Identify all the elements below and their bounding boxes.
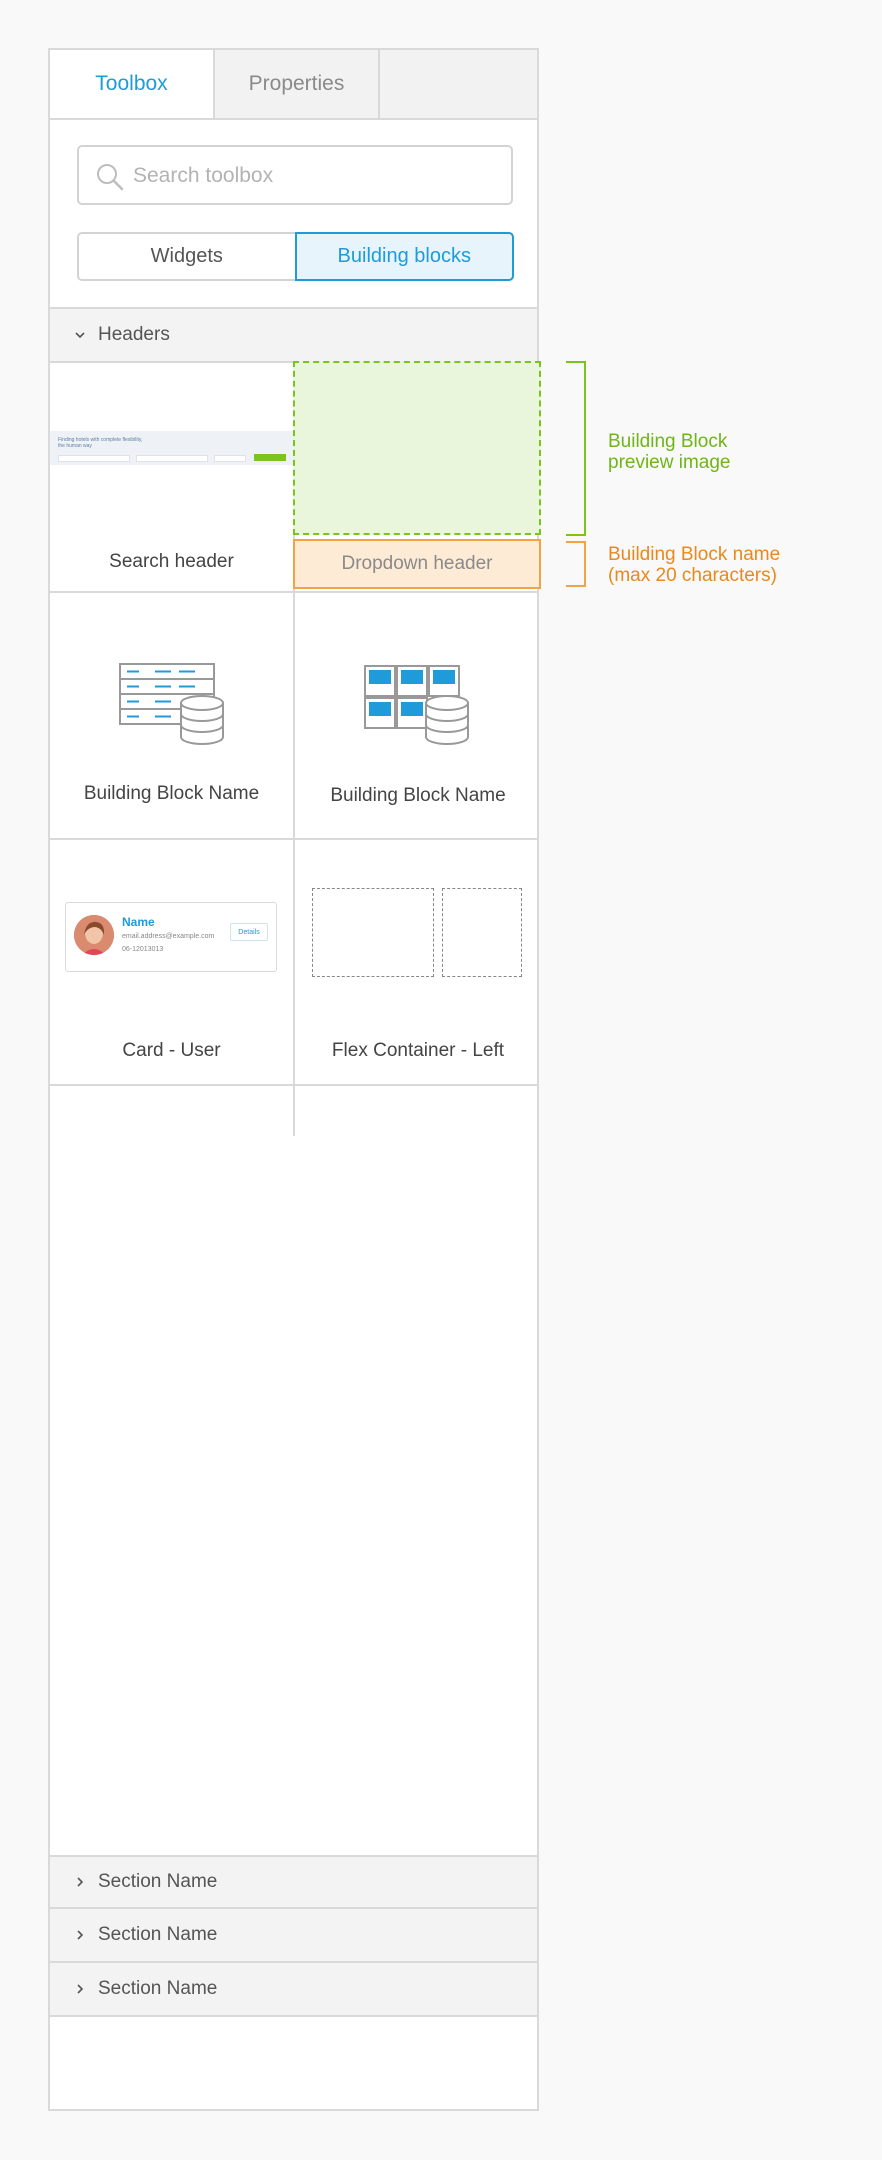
section-title: Headers xyxy=(98,324,170,345)
block-name-annotation: Dropdown header xyxy=(293,539,541,589)
section-header-headers[interactable]: Headers xyxy=(50,309,537,363)
search-input[interactable] xyxy=(131,147,495,205)
avatar-image xyxy=(74,915,114,955)
table-database-icon xyxy=(119,663,224,745)
search-icon xyxy=(97,164,124,191)
grid-divider xyxy=(50,1084,537,1086)
user-email: email.address@example.com xyxy=(122,933,215,940)
preview-note-line2: preview image xyxy=(608,452,731,473)
name-note-line1: Building Block name xyxy=(608,544,781,565)
section-title: Section Name xyxy=(98,1924,218,1945)
details-button: Details xyxy=(230,923,268,941)
building-block-flex-container-left[interactable]: Flex Container - Left xyxy=(295,840,537,1084)
user-name: Name xyxy=(122,915,155,929)
thumbnail-field xyxy=(136,455,208,462)
name-note-line2: (max 20 characters) xyxy=(608,565,777,586)
name-bracket xyxy=(566,541,586,587)
section-header-collapsed[interactable]: Section Name xyxy=(50,1855,537,1909)
preview-bracket xyxy=(566,361,586,536)
section-header-collapsed[interactable]: Section Name xyxy=(50,1909,537,1963)
toolbox-panel: Toolbox Properties Widgets Building bloc… xyxy=(48,48,539,2111)
block-name: Search header xyxy=(109,551,234,572)
avatar xyxy=(74,915,114,955)
panel-tabs: Toolbox Properties xyxy=(50,50,537,120)
user-card-preview: Name email.address@example.com 06-120130… xyxy=(65,902,277,972)
user-phone: 06-12013013 xyxy=(122,946,164,953)
building-blocks-toggle-button[interactable]: Building blocks xyxy=(294,232,514,281)
block-name: Building Block Name xyxy=(330,785,506,806)
preview-note-line1: Building Block xyxy=(608,431,728,452)
grid-database-icon xyxy=(364,665,469,745)
chevron-right-icon xyxy=(77,1877,84,1887)
tab-properties[interactable]: Properties xyxy=(215,50,380,118)
building-block-card-user[interactable]: Name email.address@example.com 06-120130… xyxy=(50,840,293,1084)
tab-toolbox[interactable]: Toolbox xyxy=(50,50,215,118)
thumbnail-field xyxy=(214,455,246,462)
building-block-generic[interactable]: Building Block Name xyxy=(50,593,293,838)
thumbnail-headline: Finding hotels with complete flexibility… xyxy=(58,437,178,449)
building-block-generic[interactable]: Building Block Name xyxy=(295,593,537,838)
section-title: Section Name xyxy=(98,1871,218,1892)
thumbnail-field xyxy=(58,455,130,462)
block-preview-image: Finding hotels with complete flexibility… xyxy=(50,431,293,465)
chevron-right-icon xyxy=(77,1930,84,1940)
section-title: Section Name xyxy=(98,1978,218,1999)
block-name: Flex Container - Left xyxy=(331,1040,505,1061)
thumbnail-headline-line2: the human way xyxy=(58,443,92,449)
name-annotation-note: Building Block name (max 20 characters) xyxy=(608,544,780,586)
preview-annotation-note: Building Block preview image xyxy=(608,431,731,473)
flex-box-small xyxy=(442,888,522,977)
block-name: Building Block Name xyxy=(83,783,260,804)
preview-image-annotation xyxy=(293,361,541,535)
tab-bar-filler xyxy=(380,50,537,118)
building-block-search-header[interactable]: Finding hotels with complete flexibility… xyxy=(50,363,293,591)
block-name: Card - User xyxy=(122,1040,221,1061)
search-box[interactable] xyxy=(77,145,513,205)
widgets-toggle-button[interactable]: Widgets xyxy=(77,232,295,281)
toolbox-mode-toggle: Widgets Building blocks xyxy=(77,232,514,281)
thumbnail-button xyxy=(254,454,286,461)
chevron-down-icon xyxy=(75,332,85,339)
section-header-collapsed[interactable]: Section Name xyxy=(50,1963,537,2017)
chevron-right-icon xyxy=(77,1984,84,1994)
flex-box-large xyxy=(312,888,434,977)
